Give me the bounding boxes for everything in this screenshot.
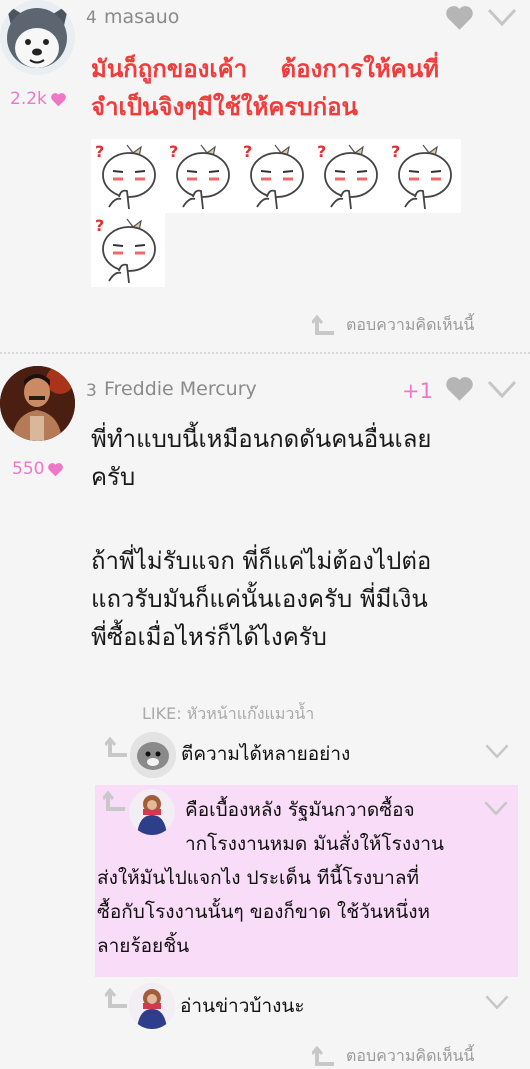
- chevron-down-icon[interactable]: [484, 993, 510, 1011]
- chevron-down-icon[interactable]: [484, 742, 510, 760]
- comment-card: 4 masauo 2.2k มันก็ถูกของเค้า ต้องการให้…: [0, 0, 530, 352]
- svg-text:?: ?: [169, 142, 178, 161]
- reply-label: ตอบความคิดเห็นนี้: [346, 315, 475, 334]
- comment-text: พี่ทำแบบนี้เหมือนกดดันคนอื่นเลย ครับ ถ้า…: [91, 420, 521, 656]
- text-line: จำเป็นจิงๆมีใช้ให้ครบก่อน: [91, 93, 358, 121]
- reply-arrow-icon: [312, 1045, 334, 1066]
- plus-one-badge: +1: [402, 379, 433, 403]
- username[interactable]: Freddie Mercury: [104, 378, 257, 400]
- chevron-down-icon[interactable]: [486, 378, 518, 400]
- avatar[interactable]: [0, 0, 75, 75]
- reply-label: ตอบความคิดเห็นนี้: [346, 1046, 475, 1065]
- text-line: ากโรงงานหมด มันสั่งให้โรงงาน: [185, 833, 445, 855]
- points-value: 2.2k: [10, 89, 47, 109]
- sticker-image: ?: [91, 139, 165, 213]
- svg-text:?: ?: [95, 216, 104, 235]
- reply-arrow-icon: [312, 314, 334, 335]
- avatar[interactable]: [130, 732, 176, 778]
- sticker-image: ?: [239, 139, 313, 213]
- small-heart-icon: [51, 92, 66, 106]
- svg-text:?: ?: [243, 142, 252, 161]
- avatar[interactable]: [129, 983, 175, 1029]
- text-line: ส่งให้มันไปแจกไง ประเด็น ทีนี้โรงบาลที่: [97, 867, 419, 889]
- chevron-down-icon[interactable]: [486, 6, 518, 28]
- text-line: พี่ซื้อเมื่อไหร่ก็ได้ไงครับ: [91, 623, 327, 651]
- svg-text:?: ?: [317, 142, 326, 161]
- text-line: ลายร้อยชิ้น: [97, 935, 190, 957]
- comment-divider: [0, 352, 530, 354]
- reply-link[interactable]: ตอบความคิดเห็นนี้: [312, 1044, 474, 1069]
- text-line: แถวรับมันก็แค่นั้นเองครับ พี่มีเงิน: [91, 585, 428, 613]
- text-line: ถ้าพี่ไม่รับแจก พี่ก็แค่ไม่ต้องไปต่อ: [91, 547, 432, 575]
- like-list[interactable]: LIKE: หัวหน้าแก๊งแมวน้ำ: [142, 702, 314, 727]
- comment-card: 3 Freddie Mercury 550 +1 พี่ทำแบบนี้เหมื…: [0, 355, 530, 1068]
- user-points: 550: [12, 459, 64, 479]
- subreply-text: อ่านข่าวบ้างนะ: [180, 989, 480, 1023]
- avatar[interactable]: [0, 366, 75, 441]
- text-line: ครับ: [91, 463, 136, 491]
- small-heart-icon: [48, 462, 64, 476]
- reply-arrow-icon: [105, 737, 127, 757]
- subreply: อ่านข่าวบ้างนะ: [100, 983, 520, 1031]
- heart-icon[interactable]: [444, 4, 475, 31]
- svg-text:?: ?: [391, 142, 400, 161]
- comment-text: มันก็ถูกของเค้า ต้องการให้คนที่ จำเป็นจิ…: [91, 50, 521, 126]
- subreply-text: คือเบื้องหลัง รัฐมันกวาดซื้อจ ากโรงงานหม…: [95, 793, 515, 963]
- text-line: มันก็ถูกของเค้า ต้องการให้คนที่: [91, 55, 439, 83]
- text-line: คือเบื้องหลัง รัฐมันกวาดซื้อจ: [185, 799, 415, 821]
- heart-icon[interactable]: [444, 375, 475, 402]
- text-line: ซื้อกับโรงงานนั้นๆ ของก็ขาด ใช้วันหนึ่งห: [97, 901, 431, 923]
- username[interactable]: masauo: [104, 6, 179, 28]
- text-line: อ่านข่าวบ้างนะ: [180, 995, 305, 1017]
- points-value: 550: [12, 459, 45, 479]
- rank-number: 4: [86, 8, 97, 28]
- subreply: ตีความได้หลายอย่าง: [100, 732, 520, 780]
- subreply-text: ตีความได้หลายอย่าง: [181, 737, 481, 771]
- reply-link[interactable]: ตอบความคิดเห็นนี้: [312, 313, 474, 338]
- text-line: ตีความได้หลายอย่าง: [181, 743, 351, 765]
- sticker-image: ?: [387, 139, 461, 213]
- text-line: พี่ทำแบบนี้เหมือนกดดันคนอื่นเลย: [91, 425, 432, 453]
- user-points: 2.2k: [10, 89, 67, 109]
- svg-text:?: ?: [95, 142, 104, 161]
- sticker-image: ?: [165, 139, 239, 213]
- sticker-image: ?: [313, 139, 387, 213]
- subreply-highlighted: คือเบื้องหลัง รัฐมันกวาดซื้อจ ากโรงงานหม…: [95, 785, 518, 977]
- chevron-down-icon[interactable]: [483, 799, 509, 817]
- text-line: [91, 496, 521, 534]
- sticker-grid: ? ? ? ? ? ?: [91, 139, 461, 287]
- sticker-image: ?: [91, 213, 165, 287]
- reply-arrow-icon: [105, 988, 127, 1008]
- rank-number: 3: [86, 381, 97, 401]
